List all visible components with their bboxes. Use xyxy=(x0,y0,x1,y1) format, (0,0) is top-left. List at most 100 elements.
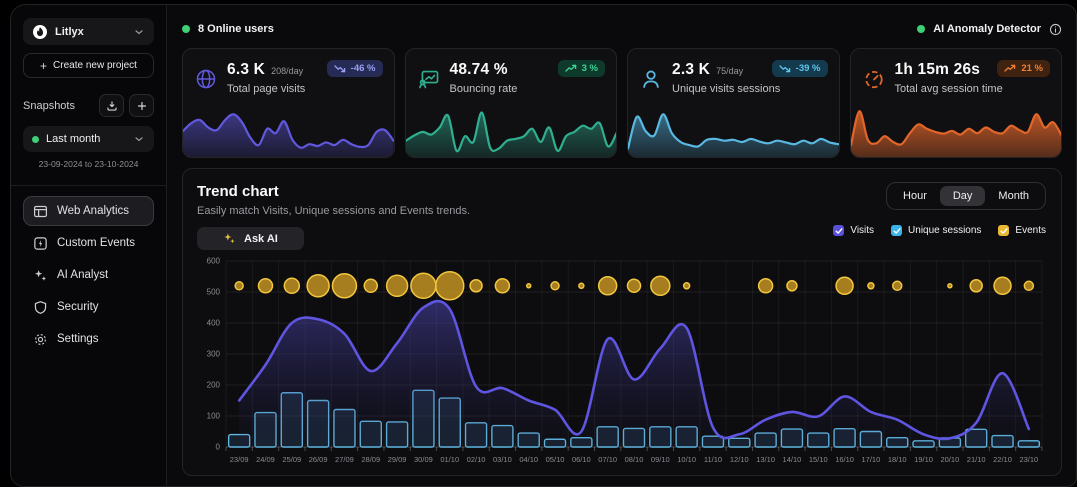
stat-card-total-page-visits: 6.3 K208/dayTotal page visits-46 % xyxy=(182,48,395,158)
security-icon xyxy=(33,300,48,315)
timer-icon xyxy=(863,62,885,95)
legend-label: Visits xyxy=(850,225,874,236)
svg-text:600: 600 xyxy=(207,257,221,266)
project-name: Litlyx xyxy=(55,26,126,38)
stat-sparkline xyxy=(183,105,394,157)
events-checkbox[interactable] xyxy=(998,225,1009,236)
legend-item-events[interactable]: Events xyxy=(998,225,1046,236)
create-project-label: Create new project xyxy=(53,60,137,71)
snapshots-label: Snapshots xyxy=(23,100,75,112)
legend-item-unique-sessions[interactable]: Unique sessions xyxy=(891,225,981,236)
legend-label: Unique sessions xyxy=(908,225,981,236)
anomaly-detector-label: AI Anomaly Detector xyxy=(933,23,1041,35)
granularity-hour[interactable]: Hour xyxy=(890,186,940,206)
user-icon xyxy=(640,62,662,95)
trend-down-icon xyxy=(334,64,346,73)
stat-per-day: 208/day xyxy=(271,66,303,76)
legend-label: Events xyxy=(1015,225,1046,236)
stat-label: Total avg session time xyxy=(895,83,1003,95)
web-analytics-icon xyxy=(33,204,48,219)
sidebar-item-label: AI Analyst xyxy=(57,269,108,281)
svg-text:100: 100 xyxy=(207,412,221,421)
trend-up-icon xyxy=(1004,64,1016,73)
chevron-down-icon xyxy=(133,133,145,145)
svg-text:18/10: 18/10 xyxy=(888,455,907,464)
svg-text:200: 200 xyxy=(207,381,221,390)
online-users-label: 8 Online users xyxy=(198,23,274,35)
ask-ai-label: Ask AI xyxy=(244,233,278,245)
svg-text:08/10: 08/10 xyxy=(625,455,644,464)
stat-label: Unique visits sessions xyxy=(672,83,780,95)
svg-text:16/10: 16/10 xyxy=(835,455,854,464)
trend-chart-panel: Trend chart Easily match Visits, Unique … xyxy=(182,168,1062,476)
chevron-down-icon xyxy=(133,26,145,38)
svg-text:29/09: 29/09 xyxy=(388,455,407,464)
unique-sessions-checkbox[interactable] xyxy=(891,225,902,236)
visits-checkbox[interactable] xyxy=(833,225,844,236)
trend-chart-area: 010020030040050060023/0924/0925/0926/092… xyxy=(196,253,1048,469)
svg-text:20/10: 20/10 xyxy=(940,455,959,464)
sidebar-item-security[interactable]: Security xyxy=(23,292,154,322)
stat-value: 2.3 K xyxy=(672,61,710,79)
sidebar-item-web-analytics[interactable]: Web Analytics xyxy=(23,196,154,226)
stat-label: Total page visits xyxy=(227,83,305,95)
svg-text:11/10: 11/10 xyxy=(704,455,722,464)
trend-up-icon xyxy=(565,64,577,73)
stat-trend-badge: -46 % xyxy=(327,60,383,77)
sidebar-item-custom-events[interactable]: Custom Events xyxy=(23,228,154,258)
ai-anomaly-detector: AI Anomaly Detector xyxy=(917,23,1062,36)
svg-text:06/10: 06/10 xyxy=(572,455,591,464)
stat-badge-value: -46 % xyxy=(351,63,376,74)
litlyx-logo-icon xyxy=(32,24,48,40)
snapshot-selector[interactable]: Last month xyxy=(23,126,154,152)
svg-text:26/09: 26/09 xyxy=(309,455,328,464)
stat-badge-value: -39 % xyxy=(796,63,821,74)
svg-text:22/10: 22/10 xyxy=(993,455,1012,464)
svg-text:21/10: 21/10 xyxy=(967,455,986,464)
topbar: 8 Online users AI Anomaly Detector xyxy=(182,17,1062,41)
sidebar-item-label: Custom Events xyxy=(57,237,135,249)
svg-text:0: 0 xyxy=(216,443,221,452)
svg-text:01/10: 01/10 xyxy=(440,455,459,464)
stat-label: Bouncing rate xyxy=(450,83,518,95)
info-icon[interactable] xyxy=(1049,23,1062,36)
svg-text:10/10: 10/10 xyxy=(677,455,696,464)
custom-events-icon xyxy=(33,236,48,251)
ask-ai-button[interactable]: Ask AI xyxy=(197,227,304,250)
granularity-month[interactable]: Month xyxy=(985,186,1042,206)
granularity-toggle: HourDayMonth xyxy=(886,182,1046,210)
create-project-button[interactable]: + Create new project xyxy=(23,53,154,78)
sidebar-item-ai-analyst[interactable]: AI Analyst xyxy=(23,260,154,290)
chart-legend: Visits Unique sessions Events xyxy=(833,225,1046,236)
svg-text:30/09: 30/09 xyxy=(414,455,433,464)
sidebar-item-label: Web Analytics xyxy=(57,205,129,217)
stat-trend-badge: 3 % xyxy=(558,60,605,77)
svg-text:09/10: 09/10 xyxy=(651,455,670,464)
svg-text:13/10: 13/10 xyxy=(756,455,775,464)
sidebar-item-settings[interactable]: Settings xyxy=(23,324,154,354)
svg-text:02/10: 02/10 xyxy=(467,455,486,464)
svg-text:04/10: 04/10 xyxy=(519,455,538,464)
plus-icon xyxy=(136,100,148,112)
snapshot-selected-label: Last month xyxy=(46,133,126,145)
stat-value: 1h 15m 26s xyxy=(895,61,981,79)
granularity-day[interactable]: Day xyxy=(940,186,986,206)
project-selector[interactable]: Litlyx xyxy=(23,18,154,45)
online-status-dot xyxy=(182,25,190,33)
stat-badge-value: 3 % xyxy=(582,63,598,74)
legend-item-visits[interactable]: Visits xyxy=(833,225,874,236)
svg-text:19/10: 19/10 xyxy=(914,455,933,464)
svg-text:07/10: 07/10 xyxy=(598,455,617,464)
svg-text:05/10: 05/10 xyxy=(546,455,565,464)
snapshot-export-button[interactable] xyxy=(99,94,124,117)
main-content: 8 Online users AI Anomaly Detector 6.3 K… xyxy=(167,5,1076,486)
stat-card-unique-visits-sessions: 2.3 K75/dayUnique visits sessions-39 % xyxy=(627,48,840,158)
svg-text:23/09: 23/09 xyxy=(230,455,249,464)
stat-trend-badge: 21 % xyxy=(997,60,1050,77)
snapshot-add-button[interactable] xyxy=(129,94,154,117)
svg-text:28/09: 28/09 xyxy=(361,455,380,464)
svg-text:27/09: 27/09 xyxy=(335,455,354,464)
svg-text:24/09: 24/09 xyxy=(256,455,275,464)
sidebar-nav: Web Analytics Custom Events AI Analyst Secu… xyxy=(23,196,154,356)
svg-text:500: 500 xyxy=(207,288,221,297)
